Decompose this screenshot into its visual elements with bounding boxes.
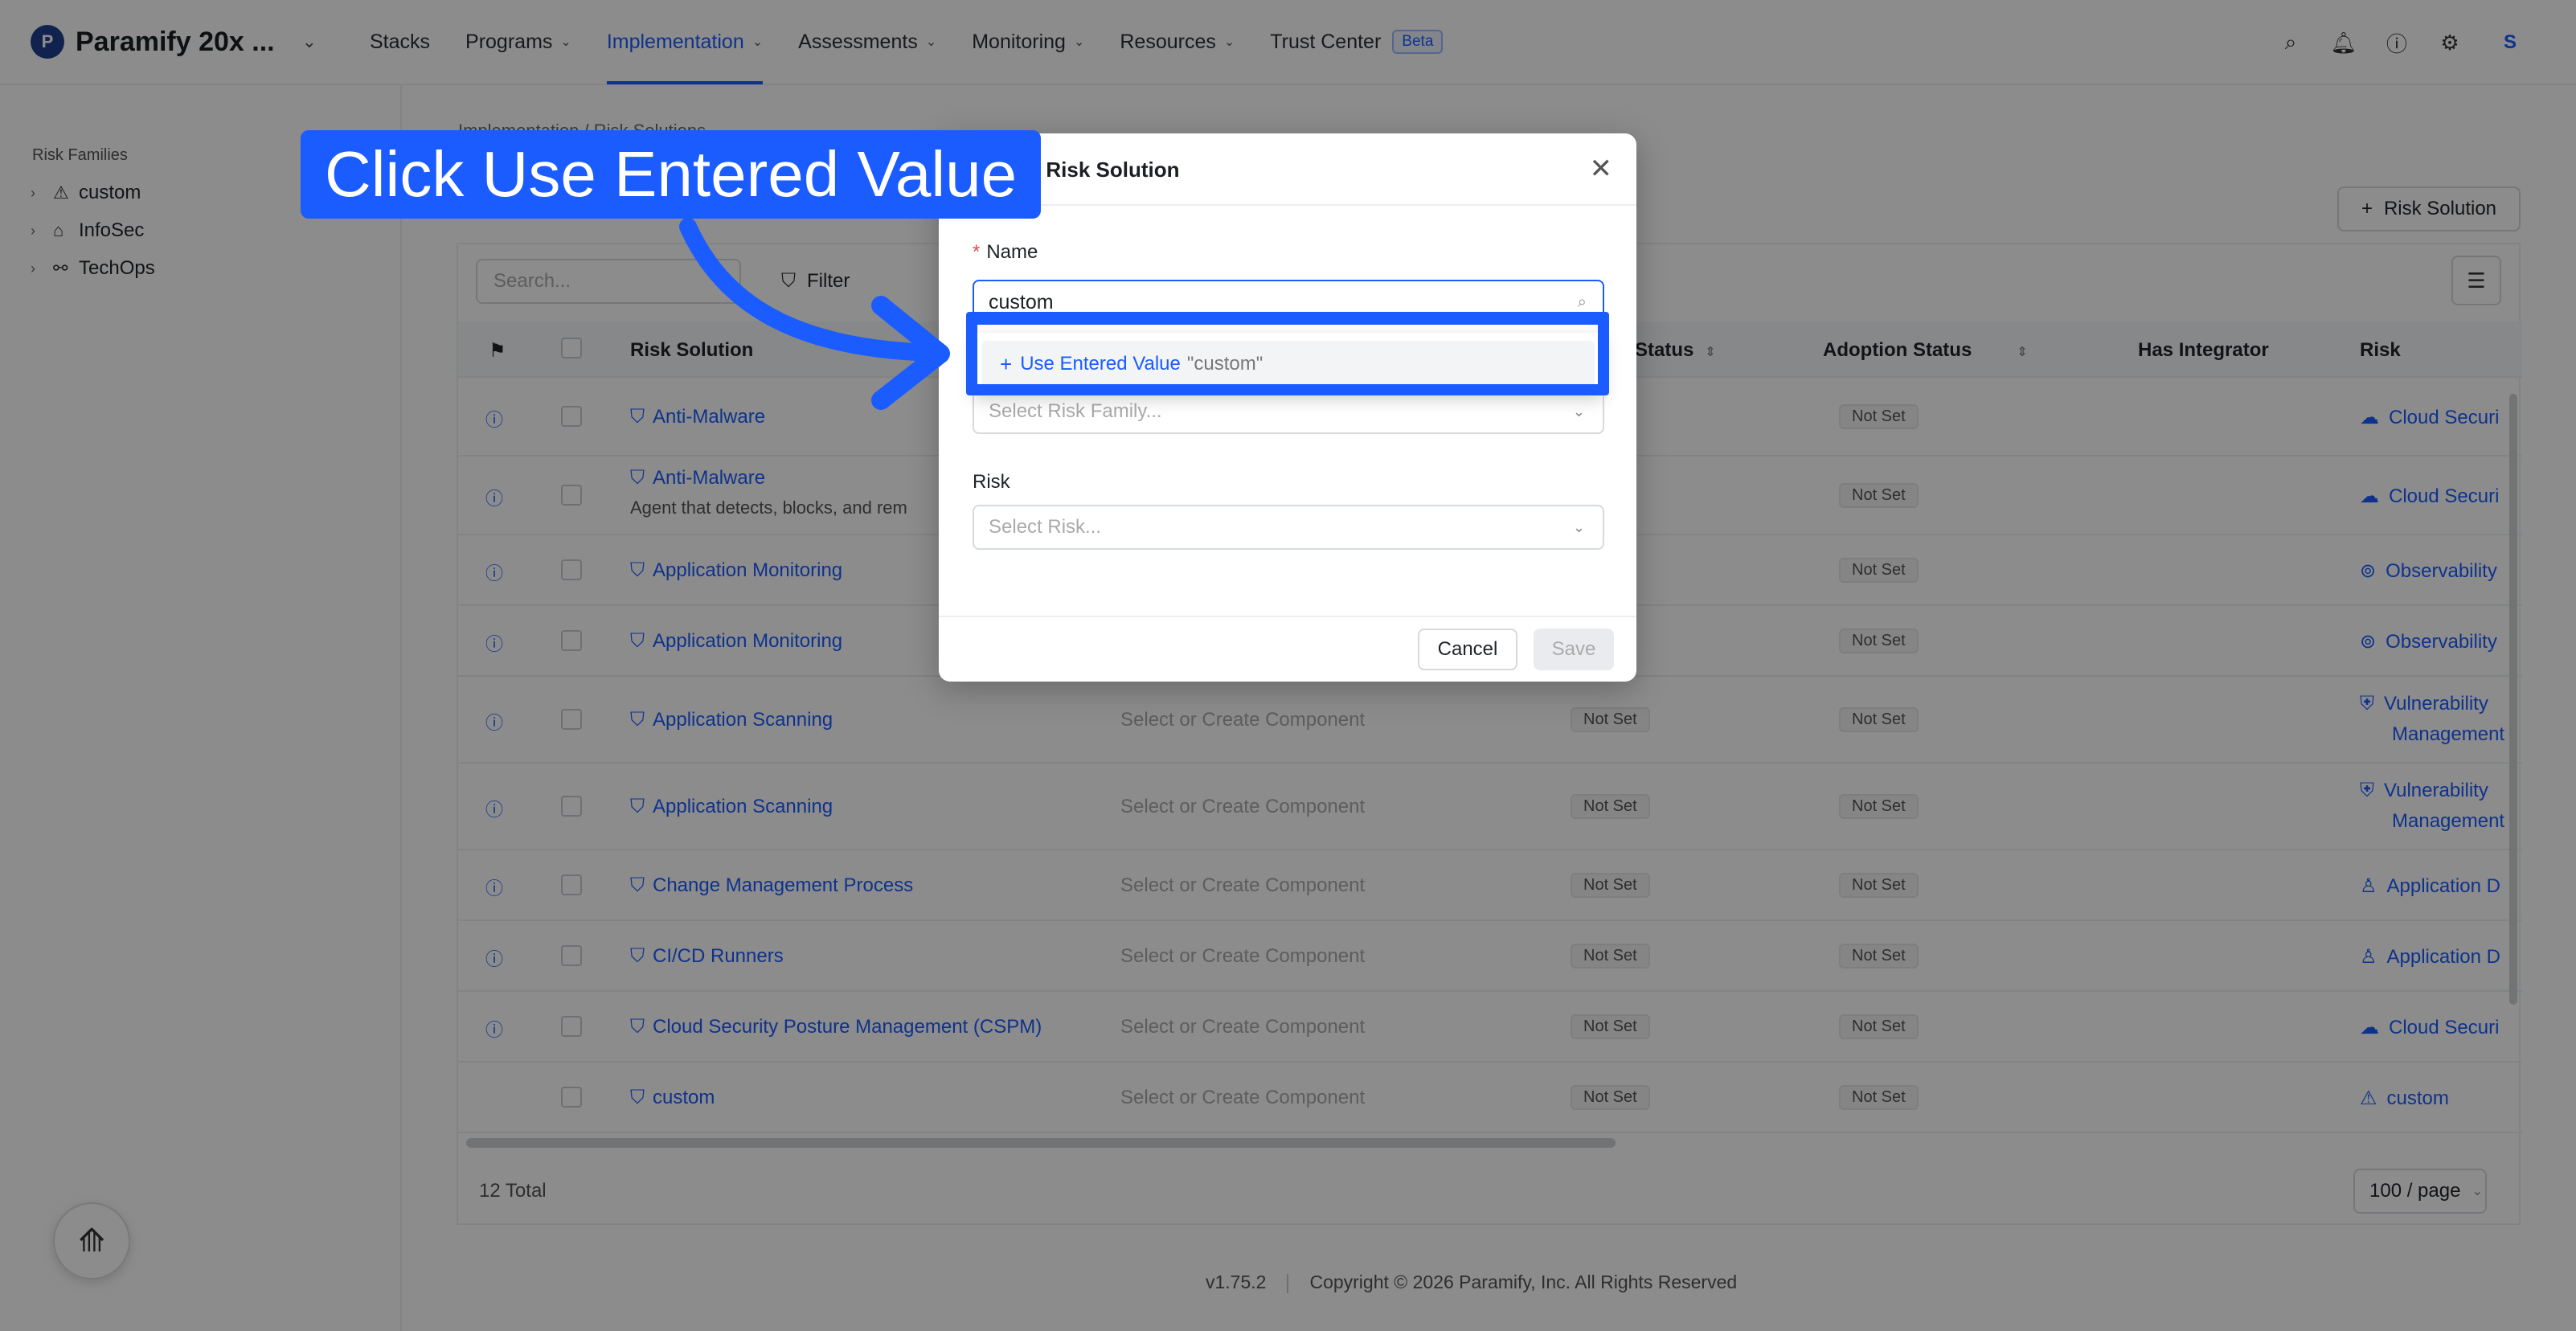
step-highlight-box: [966, 312, 1609, 395]
chevron-down-icon: ⌄: [1572, 403, 1585, 420]
search-icon: ⌕: [1577, 293, 1587, 311]
chevron-down-icon: ⌄: [1572, 518, 1585, 535]
risk-family-select[interactable]: Select Risk Family... ⌄: [973, 389, 1604, 434]
save-button[interactable]: Save: [1534, 629, 1614, 670]
risk-select[interactable]: Select Risk... ⌄: [973, 505, 1604, 550]
close-icon[interactable]: ✕: [1590, 153, 1613, 185]
tutorial-callout: Click Use Entered Value: [301, 130, 1042, 219]
cancel-button[interactable]: Cancel: [1418, 629, 1517, 670]
modal-header-divider: [939, 204, 1636, 206]
name-label: * Name: [973, 241, 1038, 263]
risk-label: Risk: [973, 471, 1010, 493]
modal-footer-divider: [939, 616, 1636, 617]
create-risk-solution-modal: e a Risk Solution ✕ * Name custom ⌕ Selec…: [939, 133, 1636, 682]
